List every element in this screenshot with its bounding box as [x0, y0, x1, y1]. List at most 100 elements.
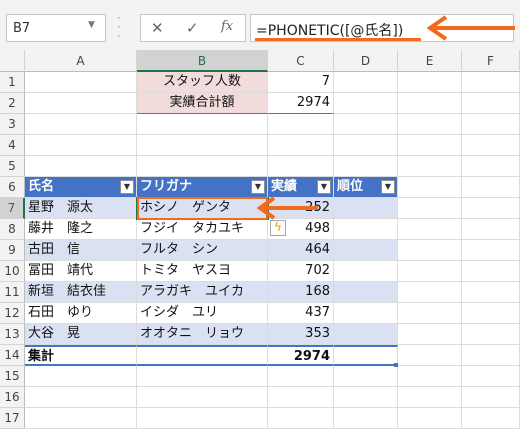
- table-cell-kana[interactable]: イシダ ユリ: [137, 303, 268, 324]
- empty-cell[interactable]: [137, 387, 268, 408]
- empty-cell[interactable]: [398, 345, 462, 366]
- empty-cell[interactable]: [398, 198, 462, 219]
- empty-cell[interactable]: [398, 72, 462, 93]
- table-cell-name[interactable]: 古田 信: [25, 240, 137, 261]
- table-total-label[interactable]: 集計: [25, 345, 137, 366]
- table-header-name[interactable]: 氏名 ▼: [25, 177, 137, 198]
- row-header[interactable]: 5: [0, 156, 25, 177]
- empty-cell[interactable]: [25, 408, 137, 429]
- empty-cell[interactable]: [334, 114, 398, 135]
- empty-cell[interactable]: [398, 408, 462, 429]
- table-cell-rank[interactable]: [334, 324, 398, 345]
- cancel-icon[interactable]: ✕: [151, 19, 164, 37]
- empty-cell[interactable]: [25, 387, 137, 408]
- column-header-e[interactable]: E: [398, 50, 462, 72]
- empty-cell[interactable]: [25, 93, 137, 114]
- row-header[interactable]: 1: [0, 72, 25, 93]
- row-header[interactable]: 17: [0, 408, 25, 429]
- row-header[interactable]: 4: [0, 135, 25, 156]
- cell-c1[interactable]: 7: [268, 72, 334, 93]
- empty-cell[interactable]: [398, 261, 462, 282]
- table-total-rank[interactable]: [334, 345, 398, 366]
- table-cell-kana[interactable]: フジイ タカユキ: [137, 219, 268, 240]
- empty-cell[interactable]: [398, 135, 462, 156]
- empty-cell[interactable]: [398, 303, 462, 324]
- column-header-b[interactable]: B: [137, 50, 268, 72]
- empty-cell[interactable]: [25, 156, 137, 177]
- row-header[interactable]: 9: [0, 240, 25, 261]
- empty-cell[interactable]: [462, 366, 520, 387]
- empty-cell[interactable]: [25, 72, 137, 93]
- filter-dropdown-icon[interactable]: ▼: [381, 180, 395, 194]
- table-cell-rank[interactable]: [334, 261, 398, 282]
- table-cell-rank[interactable]: [334, 282, 398, 303]
- table-cell-rank[interactable]: [334, 219, 398, 240]
- empty-cell[interactable]: [398, 114, 462, 135]
- empty-cell[interactable]: [398, 177, 462, 198]
- select-all-corner[interactable]: [0, 50, 25, 72]
- empty-cell[interactable]: [462, 177, 520, 198]
- empty-cell[interactable]: [137, 408, 268, 429]
- empty-cell[interactable]: [398, 324, 462, 345]
- empty-cell[interactable]: [462, 114, 520, 135]
- cell-b1[interactable]: スタッフ人数: [137, 72, 268, 93]
- table-cell-name[interactable]: 石田 ゆり: [25, 303, 137, 324]
- empty-cell[interactable]: [462, 72, 520, 93]
- empty-cell[interactable]: [137, 366, 268, 387]
- empty-cell[interactable]: [462, 387, 520, 408]
- empty-cell[interactable]: [334, 72, 398, 93]
- splitter-handle[interactable]: · · ·: [117, 12, 121, 42]
- worksheet-grid[interactable]: A B C D E F 1 2 3 4 5 6 7 8 9 10 11 12 13 14 15 16 17 スタ…: [0, 50, 520, 430]
- table-header-kana[interactable]: フリガナ ▼: [137, 177, 268, 198]
- empty-cell[interactable]: [462, 135, 520, 156]
- empty-cell[interactable]: [268, 135, 334, 156]
- empty-cell[interactable]: [462, 303, 520, 324]
- empty-cell[interactable]: [462, 156, 520, 177]
- empty-cell[interactable]: [398, 240, 462, 261]
- table-cell-rank[interactable]: [334, 240, 398, 261]
- empty-cell[interactable]: [462, 408, 520, 429]
- filter-dropdown-icon[interactable]: ▼: [251, 180, 265, 194]
- table-cell-kana[interactable]: アラガキ ユイカ: [137, 282, 268, 303]
- empty-cell[interactable]: [462, 93, 520, 114]
- empty-cell[interactable]: [137, 156, 268, 177]
- table-cell-name[interactable]: 新垣 結衣佳: [25, 282, 137, 303]
- filter-dropdown-icon[interactable]: ▼: [317, 180, 331, 194]
- empty-cell[interactable]: [334, 387, 398, 408]
- table-cell-kana[interactable]: トミタ ヤスヨ: [137, 261, 268, 282]
- empty-cell[interactable]: [334, 366, 398, 387]
- empty-cell[interactable]: [25, 135, 137, 156]
- empty-cell[interactable]: [462, 198, 520, 219]
- table-cell-rank[interactable]: [334, 198, 398, 219]
- empty-cell[interactable]: [137, 135, 268, 156]
- row-header[interactable]: 14: [0, 345, 25, 366]
- table-cell-name[interactable]: 星野 源太: [25, 198, 137, 219]
- empty-cell[interactable]: [137, 114, 268, 135]
- row-header[interactable]: 11: [0, 282, 25, 303]
- empty-cell[interactable]: [268, 366, 334, 387]
- table-cell-score[interactable]: 464: [268, 240, 334, 261]
- empty-cell[interactable]: [25, 114, 137, 135]
- empty-cell[interactable]: [398, 282, 462, 303]
- table-cell-name[interactable]: 冨田 靖代: [25, 261, 137, 282]
- row-header[interactable]: 13: [0, 324, 25, 345]
- empty-cell[interactable]: [268, 114, 334, 135]
- row-header[interactable]: 15: [0, 366, 25, 387]
- table-resize-handle[interactable]: [394, 363, 398, 367]
- row-header[interactable]: 3: [0, 114, 25, 135]
- table-cell-score[interactable]: 702: [268, 261, 334, 282]
- row-header[interactable]: 12: [0, 303, 25, 324]
- empty-cell[interactable]: [398, 156, 462, 177]
- table-cell-score[interactable]: 168: [268, 282, 334, 303]
- empty-cell[interactable]: [398, 387, 462, 408]
- empty-cell[interactable]: [462, 282, 520, 303]
- empty-cell[interactable]: [25, 366, 137, 387]
- column-header-d[interactable]: D: [334, 50, 398, 72]
- table-total-kana[interactable]: [137, 345, 268, 366]
- insert-function-icon[interactable]: fx: [221, 19, 233, 34]
- autocorrect-options-button[interactable]: ϟ: [270, 220, 286, 236]
- chevron-down-icon[interactable]: ▼: [88, 20, 95, 30]
- table-cell-name[interactable]: 藤井 隆之: [25, 219, 137, 240]
- empty-cell[interactable]: [268, 387, 334, 408]
- table-header-rank[interactable]: 順位 ▼: [334, 177, 398, 198]
